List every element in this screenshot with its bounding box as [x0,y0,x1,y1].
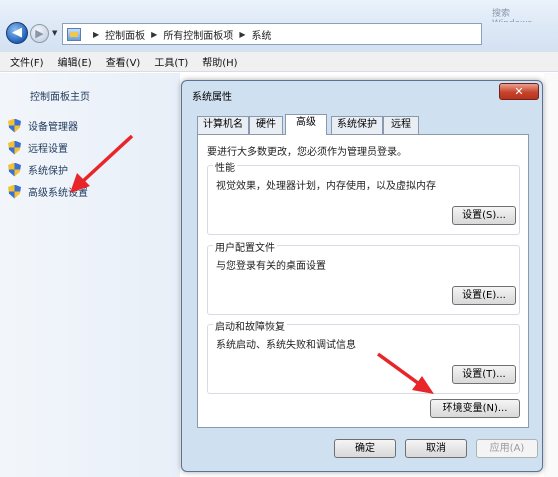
ok-button[interactable]: 确定 [334,439,396,458]
uac-shield-icon [8,118,21,133]
performance-group-desc: 视觉效果，处理器计划，内存使用，以及虚拟内存 [216,181,436,192]
address-bar[interactable]: ▶ 控制面板 ▶ 所有控制面板项 ▶ 系统 [62,23,482,45]
tab-remote[interactable]: 远程 [383,116,419,134]
uac-shield-icon [8,184,21,199]
performance-group-title: 性能 [213,159,237,174]
dialog-footer: 确定 取消 应用(A) [182,433,542,471]
breadcrumb-separator-icon[interactable]: ▶ [239,30,245,39]
breadcrumb-system[interactable]: 系统 [251,27,271,42]
admin-note: 要进行大多数更改，您必须作为管理员登录。 [207,147,407,158]
forward-button[interactable]: ▶ [30,24,49,43]
back-button[interactable]: ◀ [6,22,28,44]
remote-settings-link[interactable]: 远程设置 [8,140,68,155]
user-profiles-group-desc: 与您登录有关的桌面设置 [216,261,326,272]
menu-help[interactable]: 帮助(H) [202,54,237,69]
menu-view[interactable]: 查看(V) [106,54,141,69]
tab-computer-name[interactable]: 计算机名 [197,116,249,134]
close-icon: ✕ [514,85,524,98]
user-profiles-group-title: 用户配置文件 [213,239,277,254]
breadcrumb-all-items[interactable]: 所有控制面板项 [163,27,233,42]
breadcrumb-separator-icon[interactable]: ▶ [93,30,99,39]
menu-tools[interactable]: 工具(T) [154,54,188,69]
startup-recovery-settings-button[interactable]: 设置(T)... [452,365,516,384]
dialog-title: 系统属性 [192,92,232,103]
uac-shield-icon [8,140,21,155]
startup-recovery-group-title: 启动和故障恢复 [213,318,287,333]
user-profiles-settings-button[interactable]: 设置(E)... [452,286,516,305]
breadcrumb-control-panel[interactable]: 控制面板 [105,27,145,42]
annotation-arrow-icon [376,352,434,394]
tab-system-protection[interactable]: 系统保护 [331,116,383,134]
breadcrumb-separator-icon[interactable]: ▶ [151,30,157,39]
annotation-arrow-icon [70,134,134,193]
user-profiles-group: 用户配置文件 与您登录有关的桌面设置 设置(E)... [207,239,520,315]
tab-advanced[interactable]: 高级 [285,114,327,135]
performance-group: 性能 视觉效果，处理器计划，内存使用，以及虚拟内存 设置(S)... [207,159,520,235]
menu-edit[interactable]: 编辑(E) [58,54,92,69]
performance-settings-button[interactable]: 设置(S)... [452,206,516,225]
control-panel-icon [67,27,81,41]
menu-file[interactable]: 文件(F) [10,54,44,69]
startup-recovery-group-desc: 系统启动、系统失败和调试信息 [216,340,356,351]
explorer-topbar: ◀ ▶ ▼ ▶ 控制面板 ▶ 所有控制面板项 ▶ 系统 搜索 Windows [0,0,558,52]
environment-variables-button[interactable]: 环境变量(N)... [430,399,520,418]
background-window-edge [544,73,558,477]
search-input[interactable]: 搜索 Windows [486,4,558,22]
tab-hardware[interactable]: 硬件 [249,116,283,134]
startup-recovery-group: 启动和故障恢复 系统启动、系统失败和调试信息 设置(T)... [207,318,520,394]
menu-bar: 文件(F) 编辑(E) 查看(V) 工具(T) 帮助(H) [0,52,558,72]
system-protection-link[interactable]: 系统保护 [8,162,68,177]
uac-shield-icon [8,162,21,177]
apply-button[interactable]: 应用(A) [476,439,538,458]
recent-pages-dropdown[interactable]: ▼ [52,29,57,37]
cancel-button[interactable]: 取消 [405,439,467,458]
control-panel-home-link[interactable]: 控制面板主页 [30,88,90,103]
advanced-tab-panel: 要进行大多数更改，您必须作为管理员登录。 性能 视觉效果，处理器计划，内存使用，… [197,134,529,428]
system-properties-dialog: 系统属性 ✕ 计算机名 硬件 高级 系统保护 远程 要进行大多数更改，您必须作为… [181,80,543,472]
close-button[interactable]: ✕ [499,83,539,100]
